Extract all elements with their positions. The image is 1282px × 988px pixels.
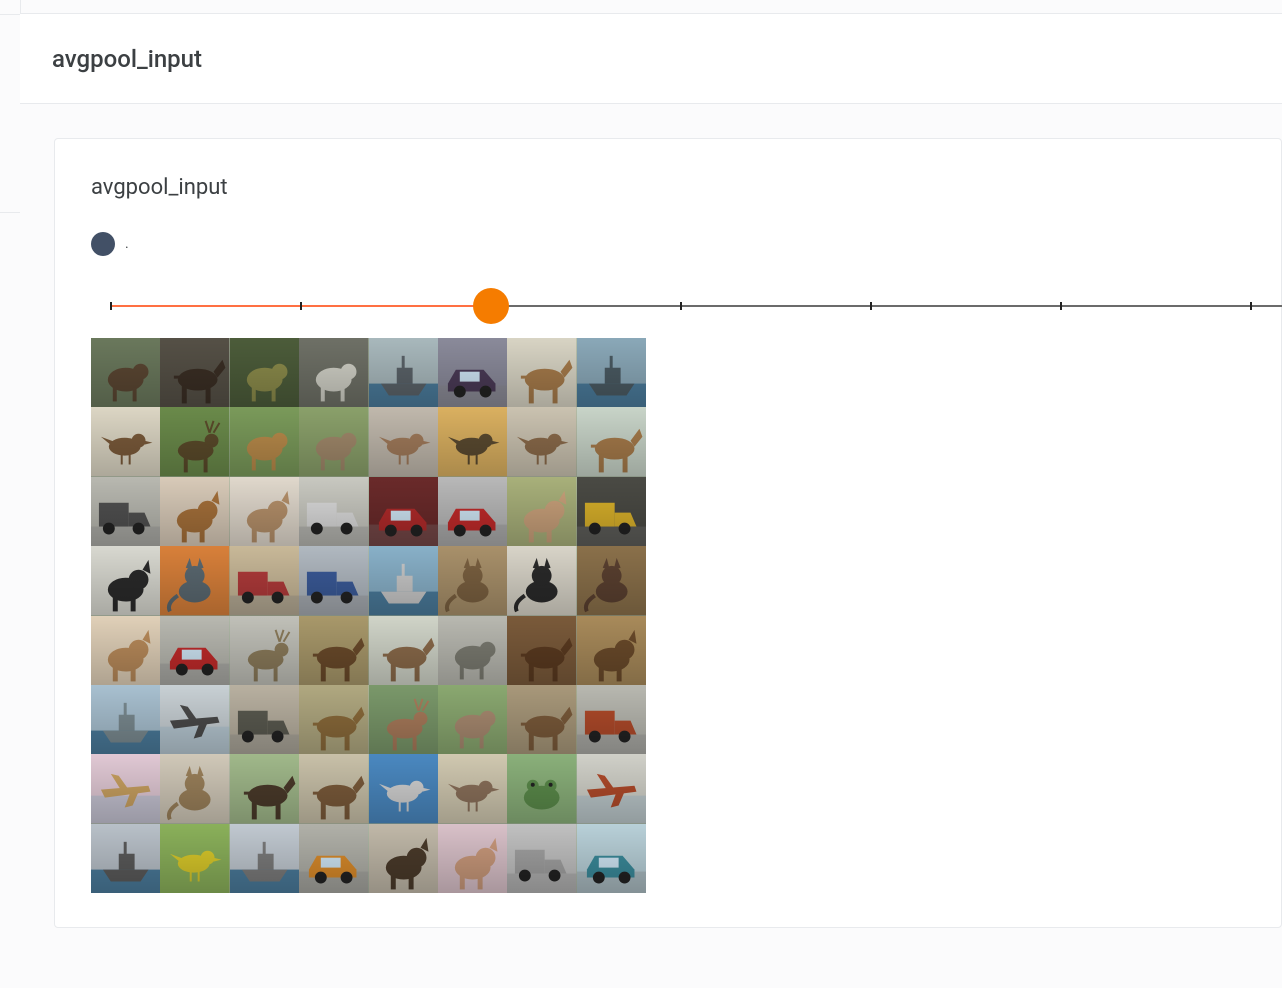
image-cell[interactable] [438, 754, 507, 823]
image-cell[interactable] [91, 338, 160, 407]
image-cell[interactable] [369, 616, 438, 685]
image-cell[interactable] [160, 477, 229, 546]
image-cell[interactable] [230, 824, 299, 893]
image-cell[interactable] [438, 824, 507, 893]
image-cell[interactable] [160, 616, 229, 685]
slider-tick [680, 302, 682, 310]
image-cell[interactable] [577, 407, 646, 476]
image-cell[interactable] [160, 754, 229, 823]
image-cell[interactable] [91, 616, 160, 685]
image-cell[interactable] [91, 407, 160, 476]
image-cell[interactable] [299, 477, 368, 546]
slider-handle[interactable] [473, 288, 509, 324]
image-cell[interactable] [438, 338, 507, 407]
section-header[interactable]: avgpool_input [20, 14, 1282, 104]
image-cell[interactable] [577, 338, 646, 407]
legend-row[interactable]: . [91, 232, 1281, 256]
image-cell[interactable] [438, 616, 507, 685]
slider-tick [110, 302, 112, 310]
image-cell[interactable] [577, 754, 646, 823]
image-cell[interactable] [299, 338, 368, 407]
image-cell[interactable] [299, 407, 368, 476]
image-cell[interactable] [299, 754, 368, 823]
image-cell[interactable] [507, 616, 576, 685]
image-cell[interactable] [507, 546, 576, 615]
image-cell[interactable] [91, 754, 160, 823]
image-cell[interactable] [230, 616, 299, 685]
slider-tick [870, 302, 872, 310]
image-cell[interactable] [369, 546, 438, 615]
step-slider[interactable] [111, 286, 1281, 326]
image-cell[interactable] [230, 477, 299, 546]
image-cell[interactable] [91, 546, 160, 615]
left-gutter [0, 0, 20, 988]
image-cell[interactable] [91, 824, 160, 893]
image-cell[interactable] [230, 685, 299, 754]
image-cell[interactable] [507, 477, 576, 546]
image-cell[interactable] [438, 477, 507, 546]
image-cell[interactable] [577, 685, 646, 754]
image-cell[interactable] [230, 546, 299, 615]
image-grid-wrap [91, 338, 646, 893]
image-cell[interactable] [230, 338, 299, 407]
image-cell[interactable] [577, 616, 646, 685]
card-title: avgpool_input [91, 175, 1281, 200]
image-cell[interactable] [507, 338, 576, 407]
image-cell[interactable] [369, 754, 438, 823]
image-cell[interactable] [160, 338, 229, 407]
image-cell[interactable] [299, 685, 368, 754]
image-cell[interactable] [507, 685, 576, 754]
image-cell[interactable] [577, 477, 646, 546]
image-grid[interactable] [91, 338, 646, 893]
image-cell[interactable] [577, 824, 646, 893]
work-area: avgpool_input . [20, 104, 1282, 988]
image-cell[interactable] [160, 407, 229, 476]
image-cell[interactable] [230, 407, 299, 476]
visualization-card: avgpool_input . [54, 138, 1282, 928]
image-cell[interactable] [369, 407, 438, 476]
legend-label: . [125, 236, 129, 252]
image-cell[interactable] [507, 407, 576, 476]
image-cell[interactable] [160, 824, 229, 893]
page-root: avgpool_input avgpool_input . [0, 0, 1282, 988]
image-cell[interactable] [577, 546, 646, 615]
image-cell[interactable] [369, 338, 438, 407]
image-cell[interactable] [299, 824, 368, 893]
left-gutter-tick [0, 212, 20, 213]
image-cell[interactable] [507, 754, 576, 823]
image-cell[interactable] [91, 477, 160, 546]
image-cell[interactable] [299, 546, 368, 615]
image-cell[interactable] [160, 546, 229, 615]
image-cell[interactable] [369, 824, 438, 893]
image-cell[interactable] [438, 407, 507, 476]
slider-tick [300, 302, 302, 310]
image-cell[interactable] [299, 616, 368, 685]
image-cell[interactable] [507, 824, 576, 893]
section-header-title: avgpool_input [52, 45, 202, 73]
image-cell[interactable] [438, 685, 507, 754]
image-cell[interactable] [160, 685, 229, 754]
image-cell[interactable] [91, 685, 160, 754]
image-cell[interactable] [230, 754, 299, 823]
image-cell[interactable] [438, 546, 507, 615]
slider-tick [1060, 302, 1062, 310]
image-cell[interactable] [369, 477, 438, 546]
top-strip [20, 0, 1282, 14]
image-cell[interactable] [369, 685, 438, 754]
slider-tick [1250, 302, 1252, 310]
legend-dot-icon [91, 232, 115, 256]
